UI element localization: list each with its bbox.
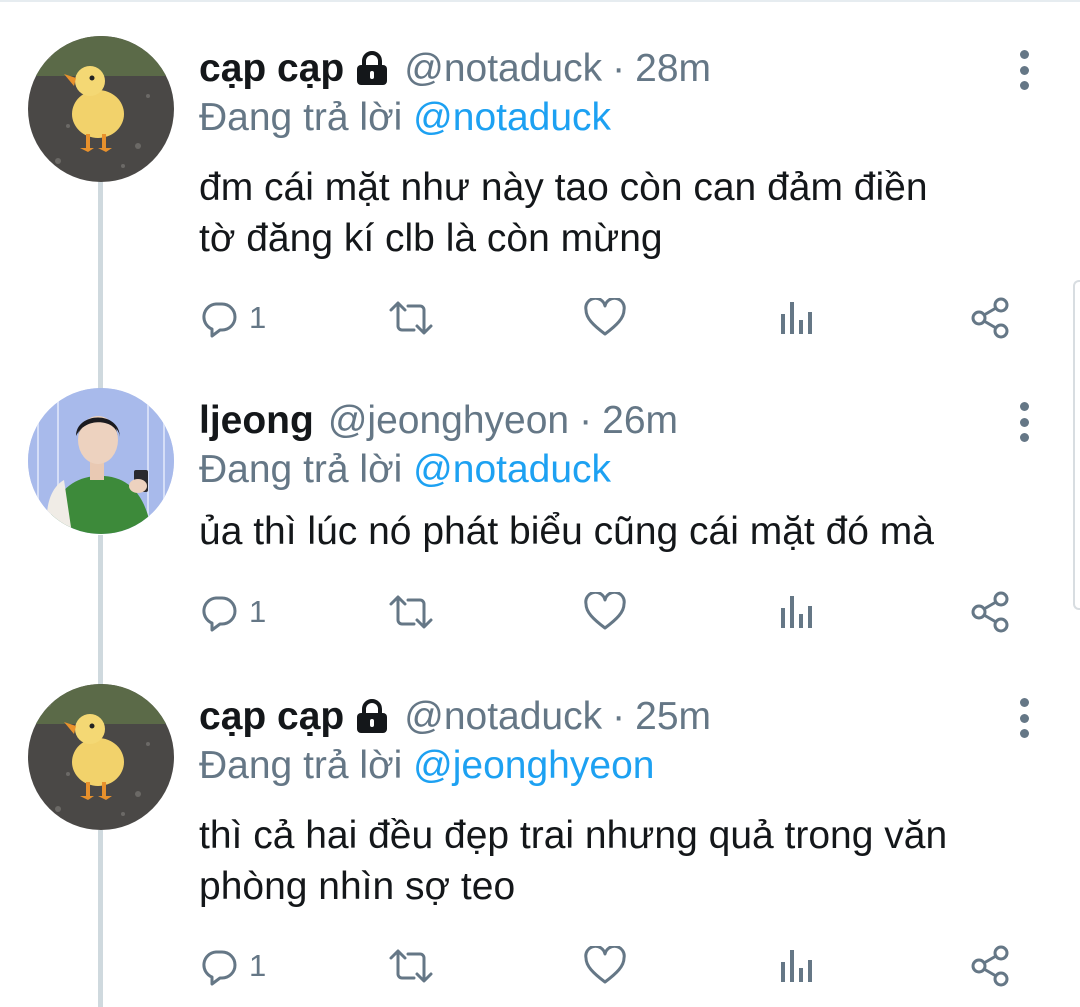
tweet[interactable]: cạp cạp @notaduck · 28m Đang trả lời @no… [0, 36, 1080, 356]
heart-icon [584, 298, 626, 336]
display-name[interactable]: cạp cạp [199, 47, 344, 91]
handle[interactable]: @notaduck [404, 47, 602, 91]
more-vertical-icon[interactable] [1012, 396, 1036, 448]
tweet-text-line: phòng nhìn sợ teo [199, 865, 516, 908]
heart-icon [584, 592, 626, 630]
analytics-button[interactable] [777, 588, 817, 636]
retweet-icon [389, 301, 433, 335]
tweet-header: cạp cạp @notaduck · 28m [199, 40, 711, 98]
replying-label: Đang trả lời [199, 448, 403, 491]
analytics-icon [781, 950, 812, 982]
tweet-text-line: tờ đăng kí clb là còn mừng [199, 217, 663, 260]
analytics-button[interactable] [777, 294, 817, 342]
share-icon [971, 591, 1009, 633]
retweet-icon [389, 595, 433, 629]
reply-count: 1 [249, 300, 267, 335]
timestamp[interactable]: 26m [602, 399, 678, 443]
reply-button[interactable]: 1 [199, 942, 266, 990]
lock-icon [357, 699, 388, 733]
more-vertical-icon[interactable] [1012, 692, 1036, 744]
retweet-button[interactable] [387, 294, 435, 342]
retweet-button[interactable] [387, 588, 435, 636]
reply-icon [202, 302, 237, 338]
replying-to-link[interactable]: @notaduck [413, 448, 611, 491]
tweet-text-line: thì cả hai đều đẹp trai nhưng quả trong … [199, 814, 948, 857]
reply-button[interactable]: 1 [199, 588, 266, 636]
display-name[interactable]: cạp cạp [199, 695, 344, 739]
replying-label: Đang trả lời [199, 96, 403, 139]
more-vertical-icon[interactable] [1012, 44, 1036, 96]
analytics-icon [781, 596, 812, 628]
timestamp[interactable]: 28m [635, 47, 711, 91]
tweet-text-line: ủa thì lúc nó phát biểu cũng cái mặt đó … [199, 510, 934, 553]
replying-to: Đang trả lời @jeonghyeon [199, 744, 654, 788]
tweet-text-line: đm cái mặt như này tao còn can đảm điền [199, 166, 928, 209]
tweet-actions: 1 [199, 588, 1029, 636]
tweet-header: ljeong @jeonghyeon · 26m [199, 392, 678, 450]
replying-to: Đang trả lời @notaduck [199, 96, 611, 140]
avatar[interactable] [28, 388, 174, 534]
tweet-actions: 1 [199, 942, 1029, 990]
replying-label: Đang trả lời [199, 744, 403, 787]
reply-count: 1 [249, 594, 267, 629]
tweet[interactable]: ljeong @jeonghyeon · 26m Đang trả lời @n… [0, 388, 1080, 658]
tweet-header: cạp cạp @notaduck · 25m [199, 688, 711, 746]
tweet-actions: 1 [199, 294, 1029, 342]
tweet-text: thì cả hai đều đẹp trai nhưng quả trong … [199, 810, 1049, 912]
like-button[interactable] [583, 588, 627, 636]
reply-icon [202, 950, 237, 986]
tweet-text: đm cái mặt như này tao còn can đảm điền … [199, 162, 1049, 264]
replying-to-link[interactable]: @notaduck [413, 96, 611, 139]
share-button[interactable] [969, 294, 1013, 342]
separator-dot: · [612, 695, 626, 738]
avatar[interactable] [28, 36, 174, 182]
separator-dot: · [579, 399, 593, 442]
lock-icon [357, 51, 388, 85]
analytics-button[interactable] [777, 942, 817, 990]
handle[interactable]: @jeonghyeon [328, 399, 569, 443]
share-icon [971, 297, 1009, 339]
retweet-icon [389, 949, 433, 983]
share-button[interactable] [969, 588, 1013, 636]
handle[interactable]: @notaduck [404, 695, 602, 739]
share-icon [971, 945, 1009, 987]
tweet-text: ủa thì lúc nó phát biểu cũng cái mặt đó … [199, 506, 1049, 557]
reply-count: 1 [249, 948, 267, 983]
top-divider [0, 0, 1080, 2]
retweet-button[interactable] [387, 942, 435, 990]
reply-button[interactable]: 1 [199, 294, 266, 342]
heart-icon [584, 946, 626, 984]
share-button[interactable] [969, 942, 1013, 990]
display-name[interactable]: ljeong [199, 399, 314, 443]
replying-to: Đang trả lời @notaduck [199, 448, 611, 492]
replying-to-link[interactable]: @jeonghyeon [413, 744, 654, 787]
tweet[interactable]: cạp cạp @notaduck · 25m Đang trả lời @je… [0, 684, 1080, 1007]
reply-icon [202, 596, 237, 632]
like-button[interactable] [583, 942, 627, 990]
analytics-icon [781, 302, 812, 334]
timestamp[interactable]: 25m [635, 695, 711, 739]
like-button[interactable] [583, 294, 627, 342]
separator-dot: · [612, 47, 626, 90]
avatar[interactable] [28, 684, 174, 830]
